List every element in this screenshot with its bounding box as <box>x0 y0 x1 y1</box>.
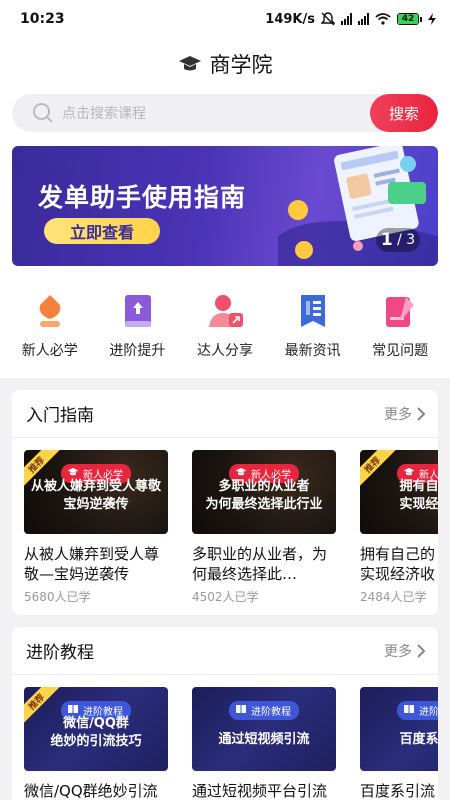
course-thumbnail: 进阶教程 百度系引流 <box>360 687 438 771</box>
course-card[interactable]: 推荐 新人必学 拥有自己的 实现经济收 拥有自己的 实现经济收 2484人已学 <box>360 450 438 605</box>
course-title: 通过短视频平台引流 <box>192 782 328 800</box>
expert-share-icon <box>202 288 248 334</box>
chevron-right-icon <box>417 643 426 658</box>
page-title: 商学院 <box>209 53 273 77</box>
signal-icon-2 <box>358 13 369 25</box>
section-advanced-tutorial: 进阶教程 更多 推荐 进阶教程 微信/QQ群 绝妙的引流技巧 微信/QQ群绝妙引… <box>12 627 438 800</box>
course-badge: 进阶教程 <box>229 701 299 720</box>
course-card[interactable]: 推荐 进阶教程 微信/QQ群 绝妙的引流技巧 微信/QQ群绝妙引流技巧 <box>24 687 168 800</box>
category-label: 常见问题 <box>372 343 429 359</box>
course-title: 从被人嫌弃到受人尊敬—宝妈逆袭传 <box>24 545 160 583</box>
search-button[interactable]: 搜索 <box>370 94 438 132</box>
course-card[interactable]: 推荐 新人必学 从被人嫌弃到受人尊敬 宝妈逆袭传 从被人嫌弃到受人尊敬—宝妈逆袭… <box>24 450 168 605</box>
category-news[interactable]: 最新资讯 <box>273 288 353 360</box>
category-label: 最新资讯 <box>284 343 341 359</box>
wifi-icon <box>375 13 391 25</box>
course-title: 拥有自己的 实现经济收 <box>360 545 436 583</box>
graduation-cap-icon <box>178 56 201 71</box>
more-link[interactable]: 更多 <box>384 641 426 661</box>
section-intro-guide: 入门指南 更多 推荐 新人必学 从被人嫌弃到受人尊敬 宝妈逆袭传 从被人嫌弃到受… <box>12 390 438 615</box>
book-icon <box>404 705 414 713</box>
course-thumbnail: 推荐 进阶教程 微信/QQ群 绝妙的引流技巧 <box>24 687 168 771</box>
search-placeholder: 点击搜索课程 <box>62 106 146 122</box>
thumb-text: 通过短视频引流 <box>218 732 310 747</box>
learner-count: 5680人已学 <box>24 590 91 604</box>
search-input[interactable]: 点击搜索课程 搜索 <box>12 94 438 132</box>
banner-title: 发单助手使用指南 <box>38 183 247 212</box>
learner-count: 4502人已学 <box>192 590 259 604</box>
charging-icon <box>428 13 436 25</box>
course-badge: 进阶教程 <box>397 701 438 720</box>
banner-page-current: 1 <box>380 230 393 250</box>
course-badge-label: 进阶教程 <box>251 707 291 718</box>
section-title: 入门指南 <box>26 406 94 426</box>
graduation-cap-icon <box>235 468 247 476</box>
course-thumbnail: 推荐 新人必学 拥有自己的 实现经济收 <box>360 450 438 534</box>
novice-icon <box>27 288 73 334</box>
header: 商学院 <box>0 38 450 90</box>
course-card[interactable]: 进阶教程 百度系引流 百度系引流 <box>360 687 438 800</box>
card-list: 推荐 新人必学 从被人嫌弃到受人尊敬 宝妈逆袭传 从被人嫌弃到受人尊敬—宝妈逆袭… <box>12 438 438 605</box>
card-list: 推荐 进阶教程 微信/QQ群 绝妙的引流技巧 微信/QQ群绝妙引流技巧 进阶教程… <box>12 675 438 800</box>
status-icons: 149K/s 42 <box>265 12 436 27</box>
thumb-text: 百度系引流 <box>399 732 438 747</box>
thumb-text: 从被人嫌弃到受人尊敬 宝妈逆袭传 <box>30 479 161 512</box>
banner-wrap: 发单助手使用指南 立即查看 1 / 3 <box>0 142 450 280</box>
category-label: 进阶提升 <box>109 343 166 359</box>
search-row: 点击搜索课程 搜索 <box>0 90 450 142</box>
course-thumbnail: 新人必学 多职业的从业者 为何最终选择此行业 <box>192 450 336 534</box>
thumb-text: 多职业的从业者 为何最终选择此行业 <box>205 479 323 512</box>
course-title: 百度系引流 <box>360 782 436 800</box>
network-speed: 149K/s <box>265 11 315 27</box>
category-novice[interactable]: 新人必学 <box>10 288 90 360</box>
category-label: 新人必学 <box>21 343 78 359</box>
battery-icon: 42 <box>397 13 422 25</box>
chevron-right-icon <box>417 406 426 421</box>
category-advance[interactable]: 进阶提升 <box>97 288 177 360</box>
course-card[interactable]: 新人必学 多职业的从业者 为何最终选择此行业 多职业的从业者，为何最终选择此… … <box>192 450 336 605</box>
category-label: 达人分享 <box>196 343 253 359</box>
thumb-text: 微信/QQ群 绝妙的引流技巧 <box>50 716 142 749</box>
faq-icon <box>377 288 423 334</box>
banner-pager: 1 / 3 <box>376 228 420 252</box>
course-title: 微信/QQ群绝妙引流技巧 <box>24 782 158 800</box>
banner-page-total: / 3 <box>397 232 416 248</box>
mute-icon <box>321 12 335 26</box>
search-icon <box>33 103 53 123</box>
signal-icon <box>341 13 352 25</box>
category-faq[interactable]: 常见问题 <box>360 288 440 360</box>
news-icon <box>290 288 336 334</box>
category-grid: 新人必学 进阶提升 达人分享 最新资讯 常见问题 <box>0 280 450 378</box>
book-upgrade-icon <box>114 288 160 334</box>
course-badge-label: 进阶教程 <box>419 707 438 718</box>
book-icon <box>68 705 78 713</box>
learner-count: 2484人已学 <box>360 590 427 604</box>
course-thumbnail: 推荐 新人必学 从被人嫌弃到受人尊敬 宝妈逆袭传 <box>24 450 168 534</box>
course-thumbnail: 进阶教程 通过短视频引流 <box>192 687 336 771</box>
category-expert-share[interactable]: 达人分享 <box>185 288 265 360</box>
course-card[interactable]: 进阶教程 通过短视频引流 通过短视频平台引流 <box>192 687 336 800</box>
section-header: 进阶教程 更多 <box>12 627 438 675</box>
banner[interactable]: 发单助手使用指南 立即查看 1 / 3 <box>12 146 438 266</box>
more-link[interactable]: 更多 <box>384 404 426 424</box>
thumb-text: 拥有自己的 实现经济收 <box>399 479 438 512</box>
section-header: 入门指南 更多 <box>12 390 438 438</box>
more-label: 更多 <box>384 643 412 660</box>
graduation-cap-icon <box>403 468 415 476</box>
battery-level: 42 <box>398 14 418 24</box>
section-title: 进阶教程 <box>26 643 94 663</box>
status-time: 10:23 <box>20 11 65 27</box>
more-label: 更多 <box>384 406 412 423</box>
banner-cta-button[interactable]: 立即查看 <box>44 218 160 244</box>
course-title: 多职业的从业者，为何最终选择此… <box>192 545 328 583</box>
book-icon <box>236 705 246 713</box>
graduation-cap-icon <box>67 468 79 476</box>
status-bar: 10:23 149K/s 42 <box>0 0 450 38</box>
